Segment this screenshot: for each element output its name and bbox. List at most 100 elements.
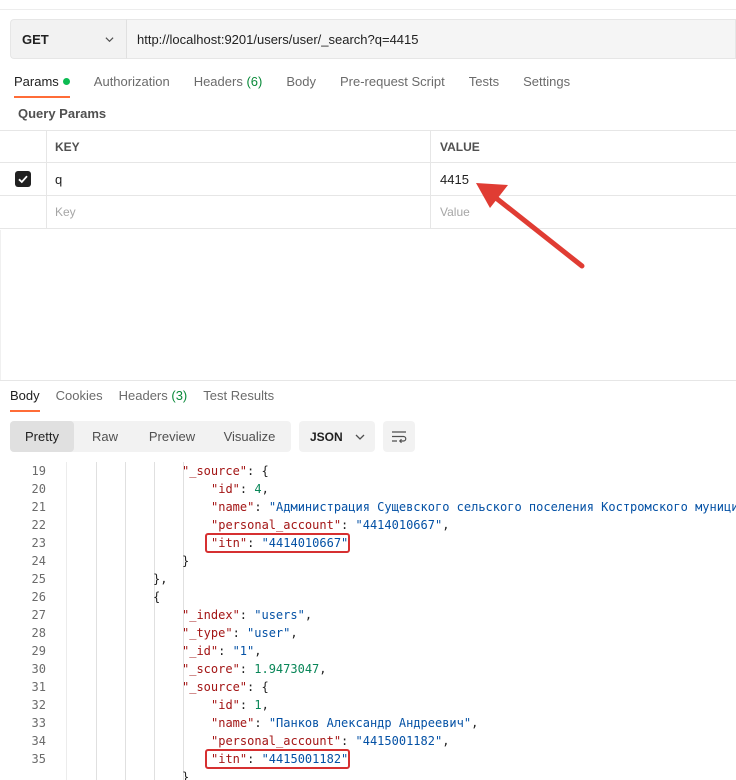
tab-response-body[interactable]: Body bbox=[10, 388, 40, 412]
json-punct: , bbox=[471, 716, 479, 730]
json-punct: , bbox=[304, 608, 313, 622]
wrap-lines-icon bbox=[392, 430, 407, 443]
line-number: 32 bbox=[31, 698, 46, 712]
json-number: 1 bbox=[254, 698, 262, 712]
json-punct: : bbox=[254, 500, 269, 514]
line-number: 35 bbox=[31, 752, 46, 766]
code-text: "_source": { bbox=[182, 678, 269, 696]
code-text: "_score": 1.9473047, bbox=[182, 660, 327, 678]
table-header: KEY VALUE bbox=[0, 130, 736, 163]
row-checkbox-cell bbox=[0, 163, 47, 195]
response-headers-count: (3) bbox=[171, 388, 188, 403]
line-number: 24 bbox=[31, 554, 46, 568]
key-placeholder: Key bbox=[55, 205, 76, 219]
tab-params[interactable]: Params bbox=[14, 72, 70, 98]
json-key: "_index" bbox=[182, 608, 240, 622]
json-key: "_type" bbox=[182, 626, 233, 640]
line-number: 19 bbox=[31, 464, 46, 478]
view-preview-button[interactable]: Preview bbox=[136, 421, 208, 452]
tab-cookies[interactable]: Cookies bbox=[56, 388, 103, 410]
pane-divider[interactable] bbox=[0, 380, 736, 381]
query-params-title: Query Params bbox=[18, 106, 107, 121]
url-input[interactable]: http://localhost:9201/users/user/_search… bbox=[126, 19, 736, 59]
view-pretty-button[interactable]: Pretty bbox=[10, 421, 74, 452]
json-punct: , bbox=[319, 662, 327, 676]
tab-tests[interactable]: Tests bbox=[469, 72, 499, 98]
tab-label: Authorization bbox=[93, 74, 170, 89]
format-select[interactable]: JSON bbox=[299, 421, 375, 452]
json-string: "4414010667" bbox=[355, 518, 443, 532]
tab-response-headers[interactable]: Headers (3) bbox=[119, 388, 188, 410]
tab-settings[interactable]: Settings bbox=[523, 72, 570, 98]
new-key-input[interactable]: Key bbox=[47, 196, 431, 228]
method-label: GET bbox=[22, 31, 49, 47]
view-visualize-button[interactable]: Visualize bbox=[208, 421, 291, 452]
query-params-table: KEY VALUE q 4415 Key Value bbox=[0, 130, 736, 229]
json-punct: : { bbox=[247, 680, 269, 694]
header-checkbox-cell bbox=[0, 131, 47, 162]
json-punct: , bbox=[254, 644, 262, 658]
json-punct: : bbox=[232, 626, 248, 640]
json-key: "_score" bbox=[182, 662, 240, 676]
headers-count: (6) bbox=[246, 74, 263, 89]
json-string: "4415001182" bbox=[355, 734, 443, 748]
json-punct: } bbox=[182, 770, 190, 780]
json-punct: : bbox=[239, 608, 255, 622]
gutter-divider bbox=[66, 462, 67, 780]
view-raw-button[interactable]: Raw bbox=[74, 421, 136, 452]
json-key: "_source" bbox=[182, 464, 248, 478]
tab-headers[interactable]: Headers (6) bbox=[194, 72, 263, 98]
indent-guide bbox=[154, 462, 155, 780]
tab-label: Headers bbox=[118, 388, 168, 403]
json-string: "users" bbox=[254, 608, 305, 622]
line-number: 22 bbox=[31, 518, 46, 532]
json-punct: : bbox=[239, 482, 255, 496]
check-icon bbox=[18, 175, 28, 184]
json-punct: { bbox=[153, 590, 161, 604]
table-row-empty: Key Value bbox=[0, 196, 736, 229]
row-checkbox[interactable] bbox=[15, 171, 31, 187]
json-string: "Администрация Сущевского сельского посе… bbox=[268, 500, 736, 514]
tab-pre-request-script[interactable]: Pre-request Script bbox=[340, 72, 445, 98]
code-text: } bbox=[182, 768, 189, 780]
json-punct: : bbox=[239, 698, 255, 712]
tab-body[interactable]: Body bbox=[286, 72, 316, 98]
json-punct: , bbox=[290, 626, 298, 640]
pane-left-border bbox=[0, 230, 1, 380]
code-text: "name": "Панков Александр Андреевич", bbox=[211, 714, 478, 732]
new-value-input[interactable]: Value bbox=[431, 196, 736, 228]
request-bar: GET http://localhost:9201/users/user/_se… bbox=[10, 19, 736, 59]
param-value-input[interactable]: 4415 bbox=[431, 163, 736, 195]
param-key-input[interactable]: q bbox=[47, 163, 431, 195]
chevron-down-icon bbox=[355, 434, 365, 440]
json-punct: : bbox=[218, 644, 233, 658]
line-number: 20 bbox=[31, 482, 46, 496]
line-number: 29 bbox=[31, 644, 46, 658]
tab-test-results[interactable]: Test Results bbox=[203, 388, 274, 410]
active-indicator-dot bbox=[62, 78, 70, 85]
highlight-box bbox=[205, 533, 350, 553]
tab-label: Pre-request Script bbox=[339, 74, 445, 89]
line-number: 26 bbox=[31, 590, 46, 604]
json-punct: : bbox=[239, 662, 255, 676]
wrap-lines-button[interactable] bbox=[383, 421, 415, 452]
method-select[interactable]: GET bbox=[10, 19, 126, 59]
row-checkbox-cell bbox=[0, 196, 47, 228]
tab-label: Body bbox=[10, 388, 40, 403]
tab-label: Params bbox=[14, 74, 59, 89]
json-punct: , bbox=[261, 698, 269, 712]
tab-authorization[interactable]: Authorization bbox=[94, 72, 170, 98]
code-text: "name": "Администрация Сущевского сельск… bbox=[211, 498, 736, 516]
tab-label: Test Results bbox=[203, 388, 275, 403]
response-body-viewer[interactable]: 19 "_source": {20 "id": 4, 21 "name": "Админ… bbox=[0, 462, 736, 780]
key-column-header: KEY bbox=[47, 131, 431, 162]
url-text: http://localhost:9201/users/user/_search… bbox=[137, 31, 419, 47]
json-punct: , bbox=[442, 518, 450, 532]
json-key: "name" bbox=[211, 500, 255, 514]
code-text: } bbox=[182, 552, 189, 570]
highlight-box bbox=[205, 749, 350, 769]
tab-label: Settings bbox=[523, 74, 571, 89]
tab-label: Body bbox=[286, 74, 316, 89]
json-string: "1" bbox=[232, 644, 255, 658]
line-number: 27 bbox=[31, 608, 46, 622]
